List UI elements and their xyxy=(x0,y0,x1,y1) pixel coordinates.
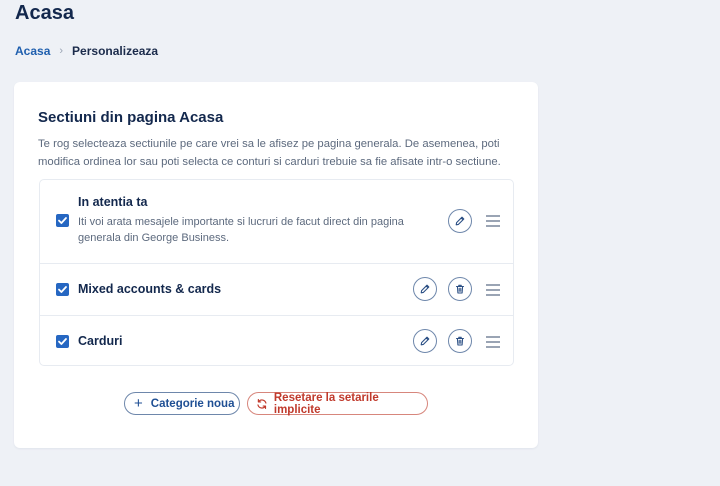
edit-icon xyxy=(420,336,430,346)
drag-handle-icon[interactable] xyxy=(486,284,500,296)
section-title: Mixed accounts & cards xyxy=(78,282,222,296)
breadcrumb-home-link[interactable]: Acasa xyxy=(15,44,50,58)
card-description: Te rog selecteaza sectiunile pe care vre… xyxy=(38,138,501,168)
delete-button[interactable] xyxy=(448,329,472,353)
edit-button[interactable] xyxy=(413,329,437,353)
checkmark-icon xyxy=(58,217,67,224)
section-checkbox[interactable] xyxy=(56,214,69,227)
reset-defaults-button[interactable]: Resetare la setarile implicite xyxy=(247,391,428,416)
edit-button[interactable] xyxy=(448,209,472,233)
breadcrumb-separator: › xyxy=(59,45,64,57)
breadcrumb: Acasa › Personalizeaza xyxy=(15,44,158,58)
breadcrumb-current: Personalizeaza xyxy=(72,44,159,58)
section-checkbox[interactable] xyxy=(56,335,69,348)
sections-card: Sectiuni din pagina Acasa Te rog selecte… xyxy=(14,82,538,448)
edit-button[interactable] xyxy=(413,277,437,301)
drag-handle-icon[interactable] xyxy=(486,336,500,348)
plus-icon: + xyxy=(134,395,143,412)
section-row-mixed-accounts-cards: Mixed accounts & cards xyxy=(40,263,513,315)
section-title: Carduri xyxy=(78,334,123,348)
card-title: Sectiuni din pagina Acasa xyxy=(38,109,224,126)
delete-button[interactable] xyxy=(448,277,472,301)
section-row-carduri: Carduri xyxy=(40,315,513,366)
new-category-label: Categorie noua xyxy=(150,397,235,410)
trash-icon xyxy=(455,284,465,294)
section-row-in-atentia-ta: In atentia ta Iti voi arata mesajele imp… xyxy=(40,180,513,263)
trash-icon xyxy=(455,336,465,346)
edit-icon xyxy=(420,284,430,294)
sections-list: In atentia ta Iti voi arata mesajele imp… xyxy=(39,179,514,366)
refresh-icon xyxy=(257,398,267,409)
section-description: Iti voi arata mesajele importante si luc… xyxy=(78,216,404,244)
edit-icon xyxy=(455,216,465,226)
section-checkbox[interactable] xyxy=(56,283,69,296)
page-title: Acasa xyxy=(15,2,74,24)
checkmark-icon xyxy=(58,286,67,293)
drag-handle-icon[interactable] xyxy=(486,215,500,227)
reset-defaults-label: Resetare la setarile implicite xyxy=(273,391,379,416)
checkmark-icon xyxy=(58,338,67,345)
section-title: In atentia ta xyxy=(78,195,148,209)
new-category-button[interactable]: + Categorie noua xyxy=(124,392,240,415)
